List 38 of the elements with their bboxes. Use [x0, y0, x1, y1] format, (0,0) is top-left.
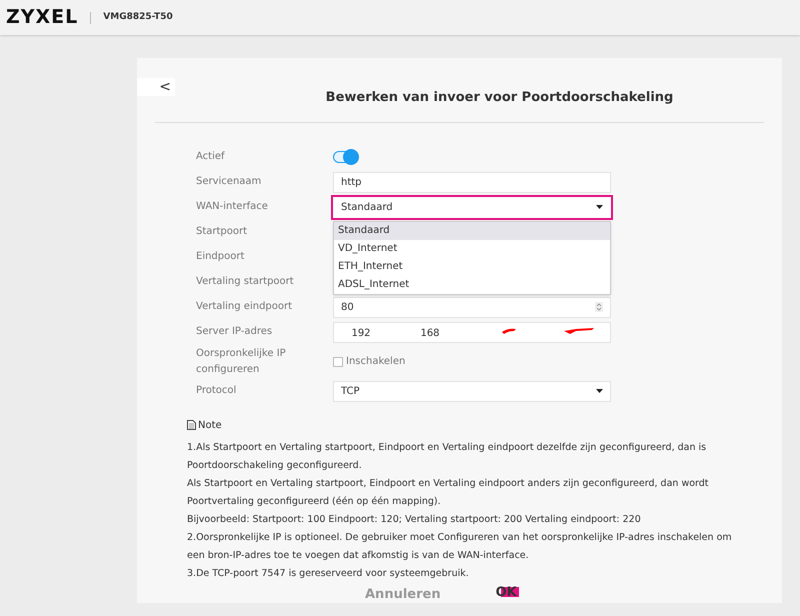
select-field[interactable]: TCP [333, 380, 611, 402]
number-field[interactable]: 80 [333, 296, 611, 318]
brand-logo: ZYXEL [6, 5, 78, 30]
note-title: Note [198, 418, 222, 432]
field-label: Oorspronkelijke IP configureren [196, 346, 287, 376]
field-label: Vertaling eindpoort [196, 300, 294, 314]
redaction-mark [564, 328, 594, 334]
dialog-title: Bewerken van invoer voor Poortdoorschakeling [324, 89, 674, 107]
caret-icon [596, 205, 603, 209]
dropdown-option[interactable]: VD_Internet [334, 240, 610, 258]
caret-icon [596, 389, 603, 393]
text-field[interactable]: http [333, 172, 611, 192]
field-label: Startpoort [196, 225, 248, 239]
select-field[interactable]: Standaard [333, 196, 611, 218]
dropdown-option[interactable]: ETH_Internet [334, 258, 610, 276]
redaction-mark [502, 328, 516, 334]
field-label: WAN-interface [196, 200, 269, 214]
field-label: Server IP-adres [196, 325, 274, 339]
checkbox[interactable] [333, 356, 343, 366]
field-label: Eindpoort [196, 250, 246, 264]
field-label: Servicenaam [196, 175, 262, 189]
model-name: VMG8825-T50 [103, 10, 173, 24]
document-icon [187, 420, 196, 430]
field-label: Protocol [196, 384, 238, 398]
spinner-icon[interactable] [595, 302, 603, 312]
back-button[interactable]: < [137, 78, 175, 96]
checkbox-label: Inschakelen [346, 355, 406, 369]
dropdown-option[interactable]: ADSL_Internet [334, 276, 610, 294]
field-label: Vertaling startpoort [196, 275, 295, 289]
note-text: 1.Als Startpoort en Vertaling startpoort, Eindpoort en Vertaling eindpoort dezelfde zijn geconfigureerd, dan is Poortdoorschakeling geconfigureerd. [187, 440, 708, 472]
note-text: 2.Oorspronkelijke IP is optioneel. De gebruiker moet Configureren van het oorspronkelijke IP-adres inschakelen om een bron-IP-adres toe te voegen dat afkomstig is van de WAN-interface. [187, 530, 732, 562]
note-text: 3.De TCP-poort 7547 is gereserveerd voor systeemgebruik. [187, 566, 470, 580]
field-label: Actief [196, 150, 226, 164]
ip-address-field[interactable]: 192 168 [333, 322, 611, 342]
dropdown-option[interactable]: Standaard [334, 222, 610, 240]
toggle-switch[interactable] [333, 151, 357, 163]
note-text: Als Startpoort en Vertaling startpoort, Eindpoort en Vertaling eindpoort anders zijn geconfigureerd, dan wordt Poortvertaling geconfigureerd (één op één mapping). [187, 476, 710, 508]
note-text: Bijvoorbeeld: Startpoort: 100 Eindpoort: 120; Vertaling startpoort: 200 Vertaling eindpoort: 220 [187, 512, 642, 526]
